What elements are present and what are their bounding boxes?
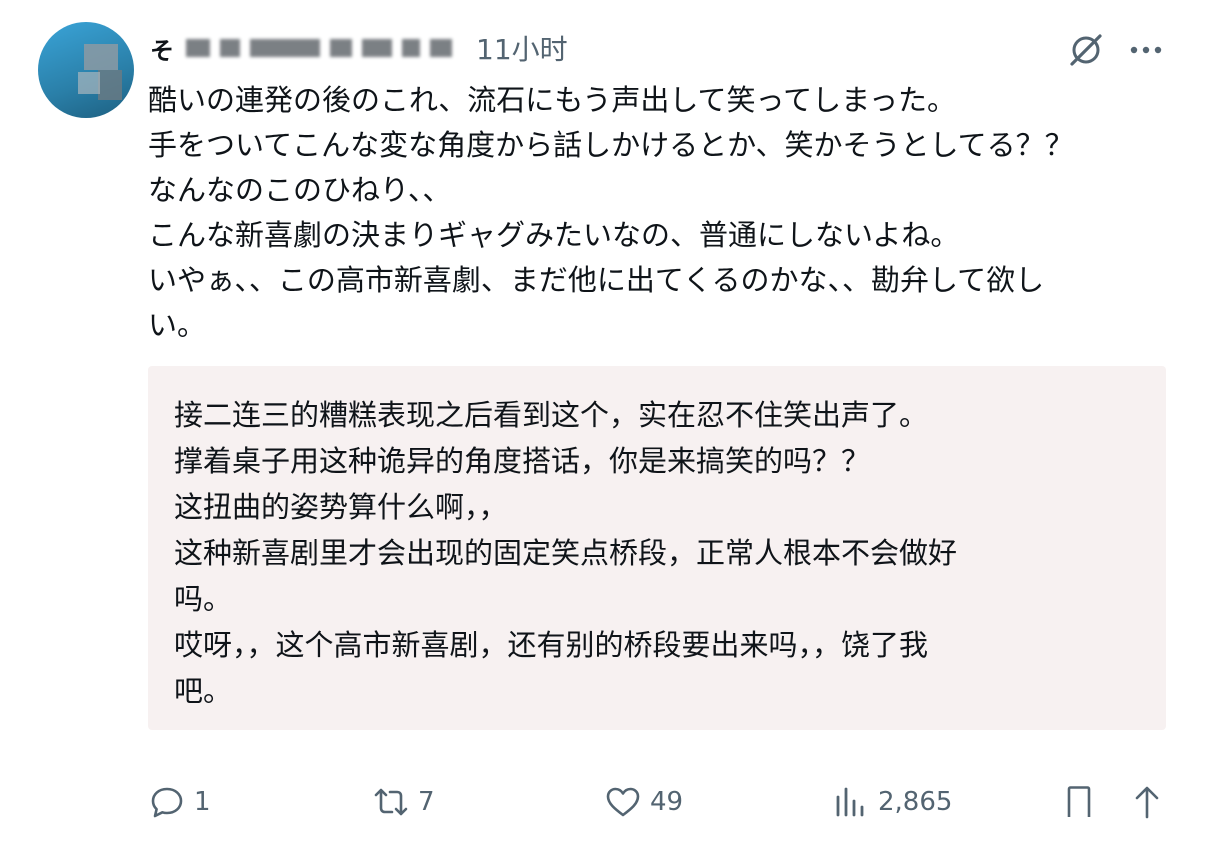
views-icon: [836, 787, 864, 817]
translation-line: 接二连三的糟糕表现之后看到这个，实在忍不住笑出声了。: [174, 398, 929, 432]
username[interactable]: そ: [150, 31, 174, 66]
retweet-button[interactable]: 7: [372, 782, 435, 822]
timestamp[interactable]: 11小时: [476, 28, 568, 68]
tweet-header: そ 11小时: [150, 28, 568, 68]
translation-line: 吧。: [174, 674, 233, 708]
redacted-name-part: [330, 39, 352, 57]
translation-line: 哎呀，，这个高市新喜剧，还有别的桥段要出来吗，，饶了我: [174, 628, 929, 662]
body-line: 手をついてこんな変な角度から話しかけるとか、笑かそうとしてる？？: [148, 128, 1074, 162]
body-line: 酷いの連発の後のこれ、流石にもう声出して笑ってしまった。: [148, 83, 956, 117]
redacted-name-part: [186, 39, 210, 57]
body-line: いやぁ、、この高市新喜劇、まだ他に出てくるのかな、、勘弁して欲し: [148, 263, 1045, 297]
translation-box: 接二连三的糟糕表现之后看到这个，实在忍不住笑出声了。 撑着桌子用这种诡异的角度搭…: [148, 366, 1166, 730]
redacted-name-part: [250, 39, 320, 57]
heart-icon: [606, 787, 640, 817]
views-count: 2,865: [878, 787, 953, 817]
retweet-icon: [374, 788, 408, 816]
bookmark-button[interactable]: [1060, 782, 1098, 822]
body-line: なんなのこのひねり、、: [148, 173, 452, 207]
like-count: 49: [650, 787, 684, 817]
grok-icon[interactable]: [1066, 30, 1106, 70]
share-icon: [1135, 786, 1159, 819]
like-button[interactable]: 49: [604, 782, 683, 822]
tweet: そ 11小时 酷いの連発の後のこれ、流石にもう声出して笑ってしまった。 手をつい…: [0, 0, 1206, 850]
translation-line: 这扭曲的姿势算什么啊，，: [174, 490, 508, 524]
translation-line: 撑着桌子用这种诡异的角度搭话，你是来搞笑的吗？？: [174, 444, 871, 478]
action-bar: 1 7 49 2,865: [0, 770, 1206, 834]
views-button[interactable]: 2,865: [832, 782, 952, 822]
body-line: い。: [148, 308, 207, 342]
translation-line: 这种新喜剧里才会出现的固定笑点桥段，正常人根本不会做好: [174, 536, 958, 570]
avatar[interactable]: [38, 22, 134, 118]
translation-line: 吗。: [174, 582, 233, 616]
redacted-name-part: [402, 39, 420, 57]
redacted-name-part: [430, 39, 452, 57]
redacted-name-part: [220, 39, 240, 57]
more-options-icon[interactable]: [1126, 36, 1166, 64]
retweet-count: 7: [418, 787, 435, 817]
reply-icon: [151, 787, 183, 818]
bookmark-icon: [1067, 786, 1091, 817]
reply-count: 1: [194, 787, 211, 817]
share-button[interactable]: [1128, 782, 1166, 822]
body-line: こんな新喜劇の決まりギャグみたいなの、普通にしないよね。: [148, 218, 960, 252]
redacted-name-part: [362, 39, 392, 57]
reply-button[interactable]: 1: [148, 782, 211, 822]
tweet-body: 酷いの連発の後のこれ、流石にもう声出して笑ってしまった。 手をついてこんな変な角…: [148, 78, 1178, 348]
